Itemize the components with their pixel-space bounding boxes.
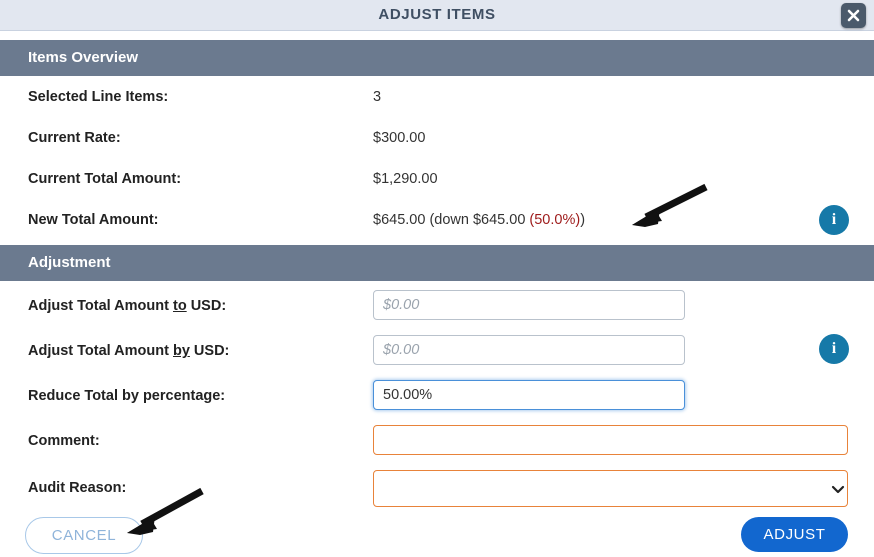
info-icon[interactable]: i: [819, 334, 849, 364]
current-rate-value: $300.00: [373, 130, 426, 146]
comment-label: Comment:: [28, 433, 100, 449]
selected-line-items-value: 3: [373, 89, 382, 105]
adjust-total-to-label: Adjust Total Amount to USD:: [28, 298, 227, 314]
reduce-percentage-label: Reduce Total by percentage:: [28, 388, 226, 404]
current-total-amount-label: Current Total Amount:: [28, 171, 182, 187]
items-overview-section-header: Items Overview: [0, 40, 874, 76]
adjustment-section-header: Adjustment: [0, 245, 874, 281]
arrow-to-new-total-percent: [632, 183, 708, 227]
adjust-items-dialog: ADJUST ITEMS Items Overview Selected Lin…: [0, 0, 874, 557]
info-icon[interactable]: i: [819, 205, 849, 235]
info-icon-glyph: i: [831, 340, 837, 357]
selected-line-items-label: Selected Line Items:: [28, 89, 169, 105]
reduce-percentage-input[interactable]: [373, 380, 685, 410]
adjust-total-by-input[interactable]: [373, 335, 685, 365]
adjust-total-to-input[interactable]: [373, 290, 685, 320]
comment-input[interactable]: [373, 425, 848, 455]
adjustment-title: Adjustment: [28, 254, 111, 271]
new-total-amount-label: New Total Amount:: [28, 212, 159, 228]
audit-reason-select[interactable]: [373, 470, 848, 507]
new-total-amount-suffix: ): [580, 212, 586, 228]
audit-reason-label: Audit Reason:: [28, 480, 127, 496]
close-icon[interactable]: [841, 3, 866, 28]
new-total-amount-prefix: $645.00 (down $645.00: [373, 212, 530, 228]
adjust-button[interactable]: ADJUST: [741, 517, 848, 552]
current-total-amount-value: $1,290.00: [373, 171, 438, 187]
adjust-total-by-label: Adjust Total Amount by USD:: [28, 343, 230, 359]
items-overview-title: Items Overview: [28, 49, 139, 66]
new-total-amount-percent: (50.0%): [529, 212, 581, 228]
current-rate-label: Current Rate:: [28, 130, 121, 146]
cancel-button[interactable]: CANCEL: [25, 517, 143, 554]
info-icon-glyph: i: [831, 211, 837, 228]
new-total-amount-value: $645.00 (down $645.00 (50.0%)): [373, 212, 585, 228]
dialog-title: ADJUST ITEMS: [378, 6, 496, 23]
dialog-titlebar: ADJUST ITEMS: [0, 0, 874, 31]
